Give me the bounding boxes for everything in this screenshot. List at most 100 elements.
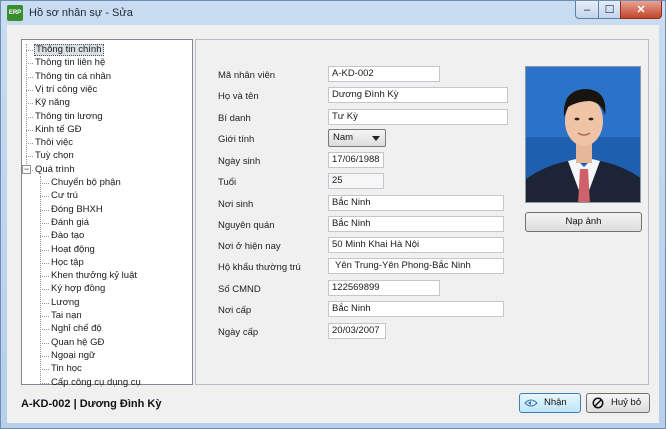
accept-icon: [524, 399, 538, 407]
tree-connector: [40, 342, 49, 344]
window-title: Hồ sơ nhân sự - Sửa: [29, 7, 133, 19]
tree-connector: [26, 103, 33, 105]
tree-connector: [40, 316, 49, 317]
tree-item-10[interactable]: Chuyển bộ phận: [50, 177, 122, 189]
dialog-client-area: Thông tin chính Thông tin liên hệ Thông ti…: [7, 25, 659, 423]
issue-date-input[interactable]: 20/03/2007: [328, 323, 386, 339]
load-photo-button[interactable]: Nạp ảnh: [525, 212, 642, 232]
portrait-illustration: [526, 67, 640, 202]
alias-input[interactable]: Tư Kỳ: [328, 109, 508, 125]
status-caption: A-KD-002 | Dương Đình Kỳ: [21, 398, 162, 410]
tree-connector: [40, 355, 49, 357]
tree-connector: [40, 249, 49, 251]
tree-item-8[interactable]: Tuỳ chọn: [34, 150, 75, 162]
tree-connector: [26, 89, 33, 91]
tree-connector: [40, 262, 49, 264]
tree-connector: [40, 209, 49, 211]
tree-item-13[interactable]: Đánh giá: [50, 217, 90, 229]
cancel-icon: [592, 397, 604, 409]
issue-date-label: Ngày cấp: [218, 327, 259, 338]
cancel-button-label: Huỷ bỏ: [611, 397, 642, 408]
app-icon-text: ERP: [8, 10, 22, 16]
current-address-input[interactable]: 50 Minh Khai Hà Nội: [328, 237, 504, 253]
age-label: Tuổi: [218, 177, 237, 188]
tree-root-line: [26, 44, 27, 164]
maximize-icon: ☐: [604, 4, 615, 16]
tree-connector: [40, 276, 49, 278]
tree-item-19[interactable]: Lương: [50, 297, 80, 309]
dialog-window: ERP Hồ sơ nhân sự - Sửa – ☐ ✕ Thông tin …: [0, 0, 666, 429]
issue-place-input[interactable]: Bắc Ninh: [328, 301, 504, 317]
issue-place-label: Nơi cấp: [218, 305, 252, 316]
tree-item-4[interactable]: Kỹ năng: [34, 97, 71, 109]
tree-connector: [40, 196, 49, 198]
tree-connector: [40, 329, 49, 331]
tree-item-17[interactable]: Khen thưởng kỷ luật: [50, 270, 138, 282]
tree-item-5[interactable]: Thông tin lương: [34, 111, 104, 123]
employee-photo: [525, 66, 641, 203]
minimize-button[interactable]: –: [575, 1, 599, 19]
tree-connector: [40, 222, 49, 224]
birth-place-input[interactable]: Bắc Ninh: [328, 195, 504, 211]
birth-date-input[interactable]: 17/06/1988: [328, 152, 384, 168]
close-icon: ✕: [636, 4, 646, 16]
section-tree[interactable]: Thông tin chính Thông tin liên hệ Thông ti…: [21, 39, 193, 388]
erp-app-icon: ERP: [7, 5, 23, 21]
current-address-label: Nơi ở hiện nay: [218, 241, 281, 252]
minimize-icon: –: [583, 3, 591, 16]
id-number-label: Số CMND: [218, 284, 261, 295]
close-button[interactable]: ✕: [620, 1, 662, 19]
collapse-icon[interactable]: −: [22, 165, 31, 175]
tree-item-9[interactable]: Quá trình: [34, 164, 76, 176]
main-info-panel: Mã nhân viên A-KD-002 Họ và tên Dương Đì…: [195, 39, 649, 385]
tree-item-15[interactable]: Hoạt động: [50, 244, 96, 256]
tree-connector: [26, 50, 33, 51]
tree-item-25[interactable]: Cấp công cụ dụng cụ: [50, 377, 142, 389]
tree-item-6[interactable]: Kinh tế GĐ: [34, 124, 82, 136]
tree-connector: [26, 76, 33, 78]
tree-connector: [40, 289, 49, 291]
tree-item-23[interactable]: Ngoại ngữ: [50, 350, 96, 362]
tree-item-24[interactable]: Tin học: [50, 363, 83, 375]
tree-connector: [26, 143, 33, 145]
chevron-down-icon: [372, 136, 380, 141]
gender-select-value: Nam: [333, 132, 354, 143]
full-name-input[interactable]: Dương Đình Kỳ: [328, 87, 508, 103]
employee-code-input[interactable]: A-KD-002: [328, 66, 440, 82]
cancel-button[interactable]: Huỷ bỏ: [586, 393, 650, 413]
tree-connector: [40, 302, 49, 304]
full-name-label: Họ và tên: [218, 91, 259, 102]
tree-item-22[interactable]: Quan hệ GĐ: [50, 337, 105, 349]
tree-item-2[interactable]: Thông tin cá nhân: [34, 71, 112, 83]
tree-item-0[interactable]: Thông tin chính: [34, 44, 104, 56]
tree-connector: [26, 129, 33, 131]
tree-item-16[interactable]: Học tập: [50, 257, 85, 269]
age-field: 25: [328, 173, 384, 189]
id-number-input[interactable]: 122569899: [328, 280, 440, 296]
tree-item-14[interactable]: Đào tạo: [50, 230, 85, 242]
tree-item-20[interactable]: Tai nạn: [50, 310, 83, 322]
tree-connector: [40, 183, 49, 184]
tree-item-21[interactable]: Nghỉ chế độ: [50, 323, 103, 335]
gender-label: Giới tính: [218, 134, 255, 145]
gender-select[interactable]: Nam: [328, 129, 386, 147]
tree-connector: [40, 236, 49, 238]
title-bar[interactable]: ERP Hồ sơ nhân sự - Sửa – ☐ ✕: [1, 1, 665, 25]
maximize-button[interactable]: ☐: [598, 1, 621, 19]
permanent-address-input[interactable]: Yên Trung-Yên Phong-Bắc Ninh: [328, 258, 504, 274]
birth-date-label: Ngày sinh: [218, 156, 261, 167]
tree-item-7[interactable]: Thôi việc: [34, 137, 74, 149]
tree-child-line: [40, 175, 41, 383]
tree-item-3[interactable]: Vị trí công việc: [34, 84, 98, 96]
tree-item-12[interactable]: Đóng BHXH: [50, 204, 104, 216]
alias-label: Bí danh: [218, 113, 251, 124]
hometown-input[interactable]: Bắc Ninh: [328, 216, 504, 232]
tree-connector: [40, 369, 49, 371]
tree-connector: [40, 382, 49, 384]
tree-item-11[interactable]: Cư trú: [50, 190, 79, 202]
hometown-label: Nguyên quán: [218, 220, 275, 231]
tree-item-1[interactable]: Thông tin liên hệ: [34, 57, 106, 69]
tree-connector: [26, 116, 33, 118]
tree-item-18[interactable]: Ký hợp đồng: [50, 283, 106, 295]
ok-button[interactable]: Nhận: [519, 393, 581, 413]
